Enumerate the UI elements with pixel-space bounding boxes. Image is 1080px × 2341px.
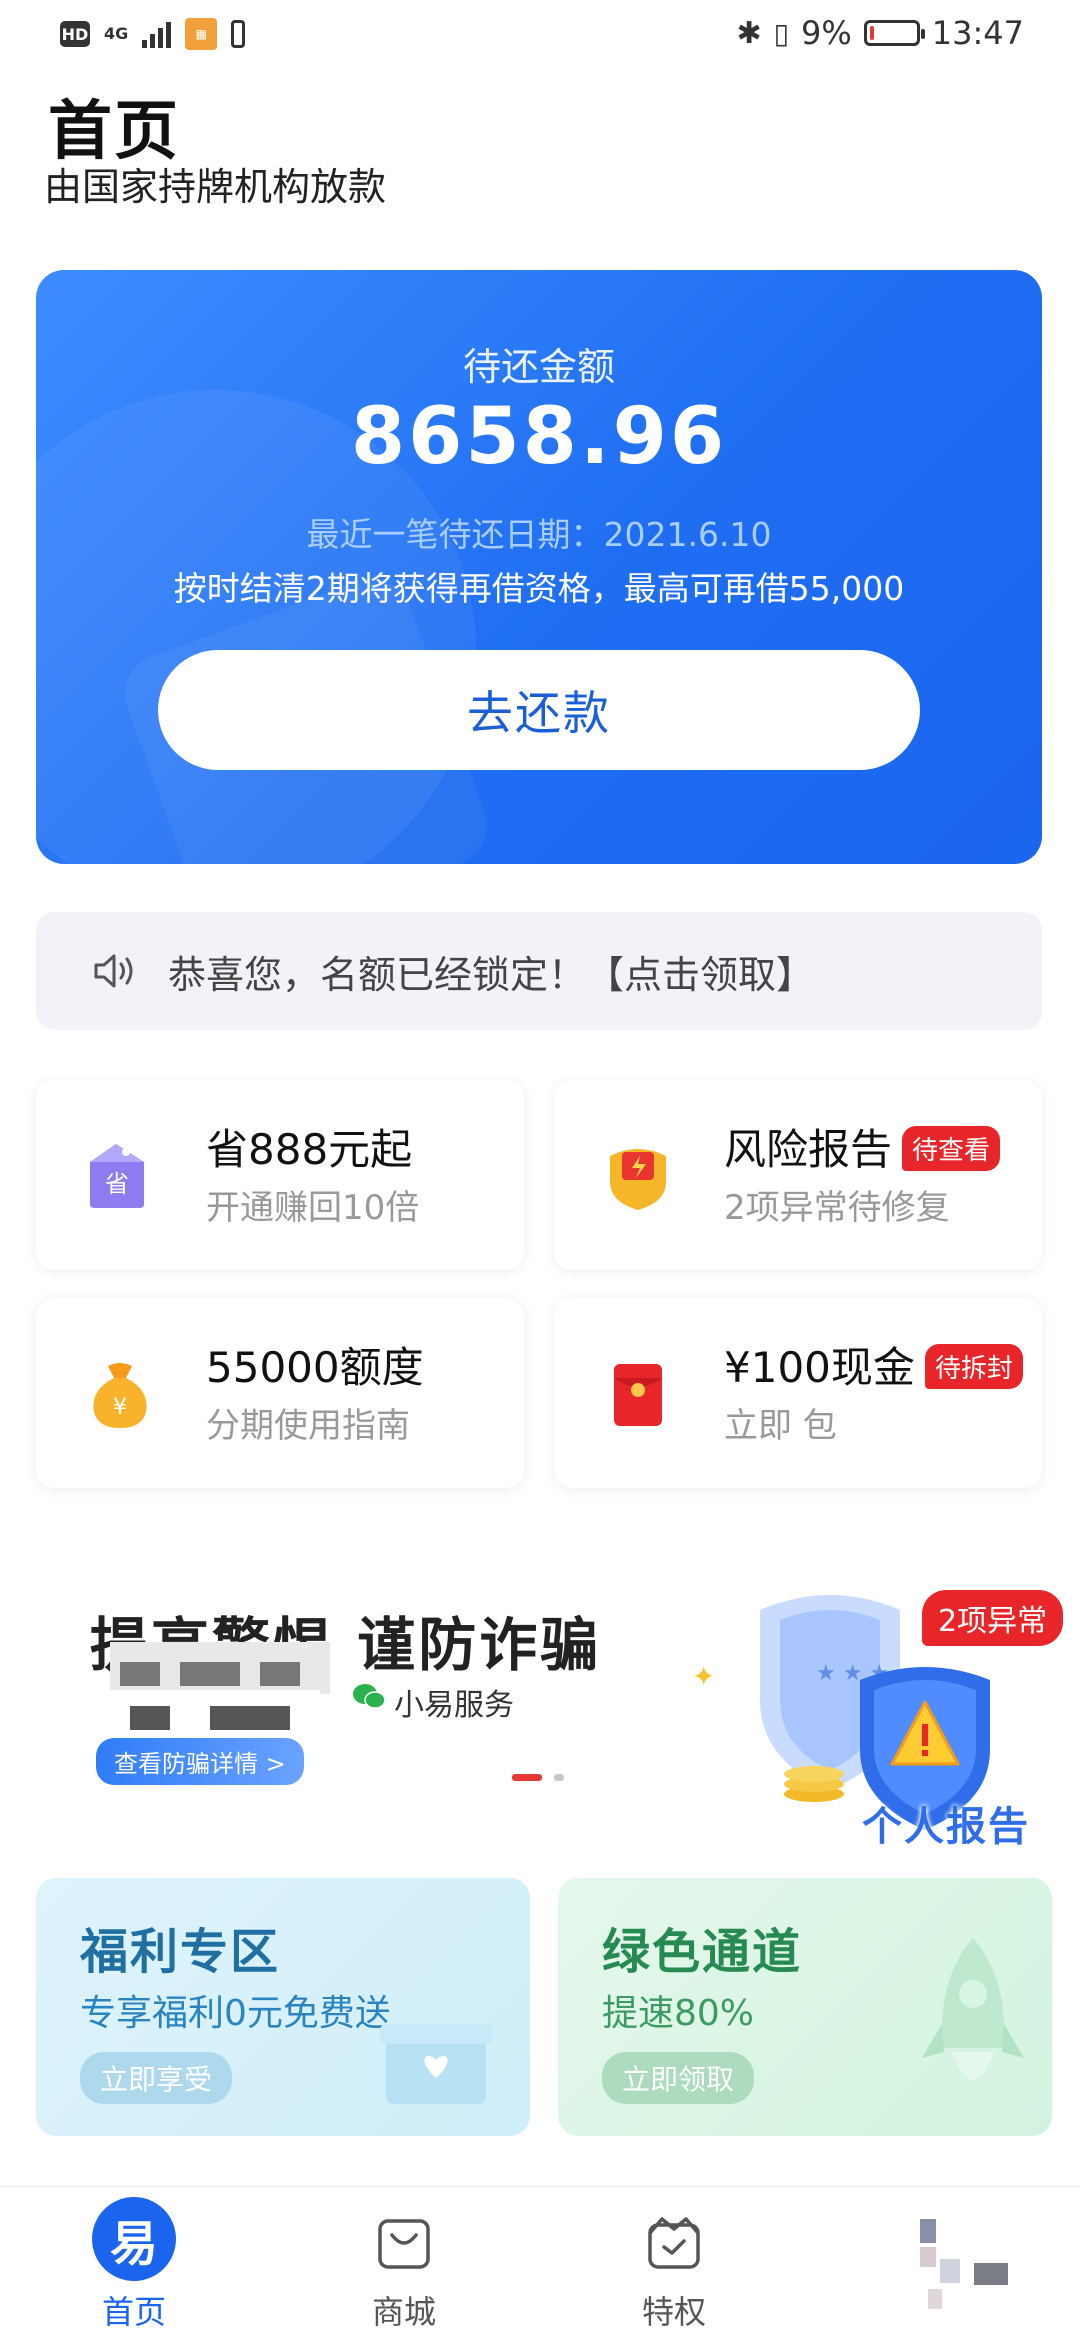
promo-title: 福利专区 — [80, 1924, 281, 1980]
repay-button[interactable]: 去还款 — [158, 650, 920, 770]
feature-title: 风险报告 待查看 — [724, 1116, 1001, 1177]
feature-save[interactable]: 省 省888元起 开通赚回10倍 — [36, 1080, 524, 1270]
money-bag-icon: ¥ — [82, 1356, 158, 1432]
feature-cash-reward[interactable]: ¥100现金 待拆封 立即 包 — [554, 1298, 1042, 1488]
anti-fraud-banner[interactable]: 提高警惕 谨防诈骗 小易服务 查看防骗详情 > ✦ ★ ★ ★ 2项异常 个人报 — [0, 1560, 1080, 1860]
due-amount-label: 待还金额 — [462, 345, 615, 389]
speaker-icon — [92, 951, 140, 991]
green-channel-card[interactable]: 绿色通道 提速80% 立即领取 — [558, 1878, 1052, 2136]
phone-icon — [231, 20, 246, 48]
abnormal-count-badge: 2项异常 — [922, 1590, 1064, 1646]
status-bar: HD 4G ▦ ✱ ▯ 9% 13:47 — [0, 0, 1080, 72]
battery-level — [869, 26, 874, 40]
feature-risk-report[interactable]: 风险报告 待查看 2项异常待修复 — [554, 1080, 1042, 1270]
svg-text:¥: ¥ — [113, 1395, 127, 1420]
rocket-icon — [908, 1928, 1038, 2118]
due-date: 最近一笔待还日期：2021.6.10 — [306, 515, 772, 554]
nav-home[interactable]: 易 首页 — [34, 2187, 234, 2341]
feature-title: 55000额度 — [206, 1343, 424, 1392]
bottom-nav: 易 首页 商城 特权 — [0, 2186, 1080, 2341]
feature-title-text: ¥100现金 — [724, 1343, 915, 1392]
notice-text: 恭喜您，名额已经锁定！【点击领取】 — [168, 952, 815, 997]
feature-credit-limit[interactable]: ¥ 55000额度 分期使用指南 — [36, 1298, 524, 1488]
wechat-icon — [352, 1682, 386, 1712]
pending-view-badge: 待查看 — [902, 1126, 1001, 1171]
notice-bar[interactable]: 恭喜您，名额已经锁定！【点击领取】 — [36, 912, 1042, 1030]
red-envelope-icon — [600, 1356, 676, 1432]
welfare-card[interactable]: 福利专区 专享福利0元免费送 立即享受 — [36, 1878, 530, 2136]
promo-subtitle: 提速80% — [602, 1993, 755, 2034]
redacted-text — [110, 1642, 330, 1694]
redacted-text — [110, 1690, 320, 1742]
feature-subtitle: 分期使用指南 — [206, 1406, 410, 1446]
carrier-app-icon: ▦ — [185, 18, 218, 50]
signal-icon — [142, 20, 172, 48]
hd-badge: HD — [60, 21, 90, 47]
clock: 13:47 — [931, 14, 1024, 52]
banner-service: 小易服务 — [394, 1688, 514, 1723]
battery-percent: 9% — [801, 14, 852, 52]
promo-subtitle: 专享福利0元免费送 — [80, 1993, 391, 2034]
fraud-details-link[interactable]: 查看防骗详情 > — [96, 1738, 304, 1785]
unopened-badge: 待拆封 — [924, 1344, 1023, 1389]
svg-text:省: 省 — [105, 1170, 129, 1198]
home-icon: 易 — [92, 2197, 176, 2281]
nav-privilege[interactable]: 特权 — [574, 2187, 774, 2341]
redacted-nav-item[interactable] — [910, 2219, 1030, 2319]
personal-report-label: 个人报告 — [862, 1804, 1030, 1850]
bluetooth-icon: ✱ — [736, 15, 762, 51]
carousel-dot[interactable] — [554, 1774, 564, 1781]
loan-card: 待还金额 8658.96 最近一笔待还日期：2021.6.10 按时结清2期将获… — [36, 270, 1042, 864]
sparkle-icon: ✦ — [692, 1660, 716, 1693]
feature-title: ¥100现金 待拆封 — [724, 1334, 1023, 1395]
vibrate-icon: ▯ — [773, 16, 790, 50]
network-type: 4G — [104, 24, 129, 43]
page-subtitle: 由国家持牌机构放款 — [44, 165, 387, 209]
gift-icon — [376, 1998, 496, 2108]
feature-title-text: 风险报告 — [724, 1125, 893, 1174]
enjoy-now-button[interactable]: 立即享受 — [80, 2052, 233, 2104]
tag-icon: 省 — [82, 1138, 158, 1214]
carousel-dot-active[interactable] — [512, 1774, 542, 1781]
feature-title: 省888元起 — [206, 1125, 413, 1174]
feature-subtitle: 开通赚回10倍 — [206, 1188, 420, 1228]
nav-mall[interactable]: 商城 — [304, 2187, 504, 2341]
battery-icon — [863, 20, 925, 46]
nav-label: 首页 — [101, 2293, 166, 2331]
due-amount: 8658.96 — [350, 392, 728, 482]
feature-subtitle: 2项异常待修复 — [724, 1188, 950, 1228]
claim-now-button[interactable]: 立即领取 — [602, 2052, 755, 2104]
nav-label: 商城 — [371, 2293, 436, 2331]
nav-label: 特权 — [641, 2293, 706, 2331]
status-left: HD 4G ▦ — [60, 18, 246, 50]
reborrow-note: 按时结清2期将获得再借资格，最高可再借55,000 — [173, 569, 905, 608]
feature-subtitle: 立即 包 — [724, 1406, 837, 1446]
privilege-icon — [638, 2207, 710, 2279]
promo-title: 绿色通道 — [602, 1924, 803, 1980]
shopping-bag-icon — [368, 2207, 440, 2279]
status-right: ✱ ▯ 9% 13:47 — [736, 14, 1024, 52]
shield-alert-icon — [600, 1138, 676, 1214]
